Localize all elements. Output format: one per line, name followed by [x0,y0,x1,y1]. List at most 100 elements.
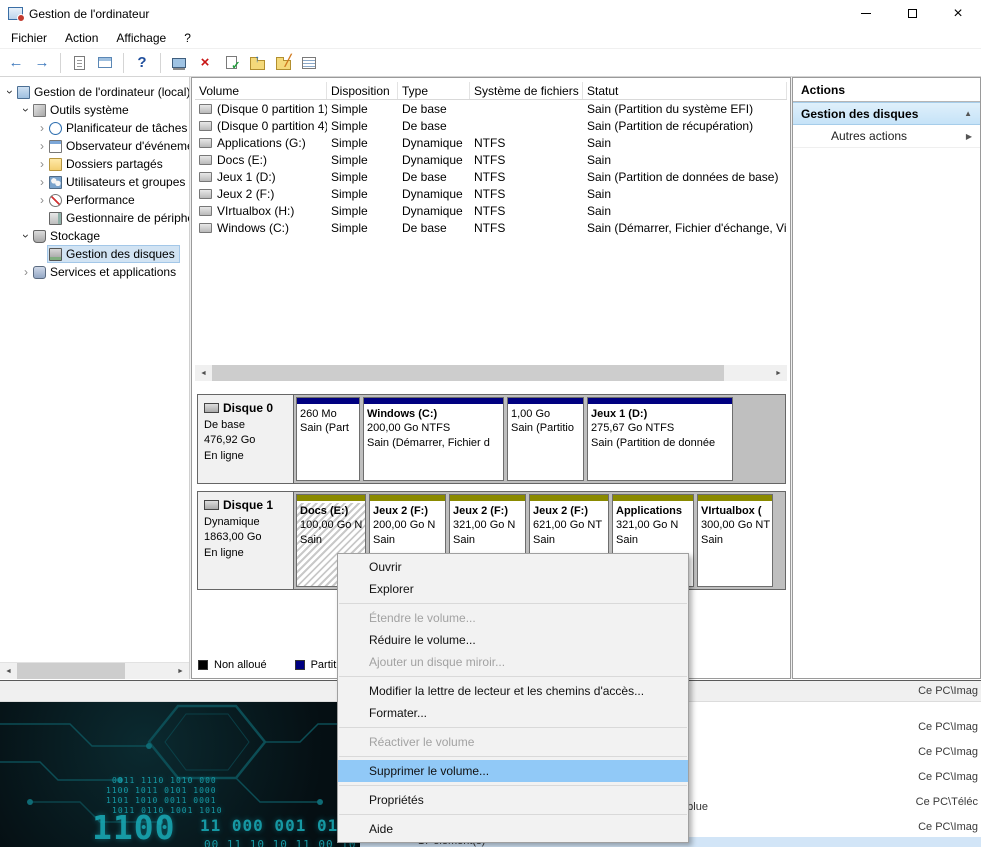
expand-icon[interactable]: › [20,266,32,278]
partition-color-bar [698,495,772,503]
partition-windows-c[interactable]: Windows (C:)200,00 Go NTFSSain (Démarrer… [363,397,504,481]
expand-icon[interactable]: › [36,176,48,188]
tree-item-local-users-groups[interactable]: ›Utilisateurs et groupes l [0,173,189,191]
volume-row-jeux-2-f[interactable]: Jeux 2 (F:)SimpleDynamiqueNTFSSain [195,185,787,202]
menubar-item-fichier[interactable]: Fichier [2,29,56,47]
tree-scrollbar-thumb[interactable] [17,663,125,679]
tree-item-disk-management[interactable]: Gestion des disques [0,245,189,263]
volume-row-virtualbox-h[interactable]: VIrtualbox (H:)SimpleDynamiqueNTFSSain [195,202,787,219]
tree-horizontal-scrollbar[interactable]: ◄ ► [0,662,189,679]
chevron-right-icon[interactable]: ▶ [966,132,972,141]
screen: { "window": { "title": "Gestion de l'ord… [0,0,981,847]
maximize-button[interactable] [889,0,935,27]
scroll-left-arrow-icon[interactable]: ◄ [0,663,17,679]
edit-folder-button[interactable] [271,51,295,75]
table-scrollbar-track[interactable] [724,365,770,381]
action-item-autres-actions[interactable]: Autres actions▶ [793,125,980,148]
volume-row-docs-e[interactable]: Docs (E:)SimpleDynamiqueNTFSSain [195,151,787,168]
cell-disposition: Simple [327,204,398,218]
tree-item-device-manager[interactable]: Gestionnaire de périphé [0,209,189,227]
context-menu-item-reduire-le-volume[interactable]: Réduire le volume... [338,629,688,651]
context-menu-item-aide[interactable]: Aide [338,818,688,840]
screen-button[interactable] [167,51,191,75]
minimize-button[interactable] [843,0,889,27]
show-window-button[interactable] [93,51,117,75]
disk-header[interactable]: Disque 1Dynamique1863,00 GoEn ligne [198,492,294,589]
column-header-systeme-de-fichiers[interactable]: Système de fichiers [470,82,583,99]
scroll-left-arrow-icon[interactable]: ◄ [195,365,212,381]
context-menu-item-formater[interactable]: Formater... [338,702,688,724]
tree-item-shared-folders[interactable]: ›Dossiers partagés [0,155,189,173]
partition-title: Jeux 2 (F:) [453,504,522,518]
expand-icon[interactable]: › [36,140,48,152]
partition-jeux-1-d[interactable]: Jeux 1 (D:)275,67 Go NTFSSain (Partition… [587,397,733,481]
tree-item-label: Gestion de l'ordinateur (local) [34,85,190,99]
tree-scrollbar-track[interactable] [125,663,172,679]
context-menu-item-etendre-le-volume[interactable]: Étendre le volume... [338,607,688,629]
check-doc-button[interactable] [219,51,243,75]
context-menu-item-modifier-la-lettre-de-lecteur-et-les-chemins-d-acces[interactable]: Modifier la lettre de lecteur et les che… [338,680,688,702]
partition-size: 100,00 Go N [300,518,362,532]
menubar-item-help[interactable]: ? [175,29,200,47]
volume-row-disque-0-partition-1[interactable]: (Disque 0 partition 1)SimpleDe baseSain … [195,100,787,117]
cell-fs: NTFS [470,136,583,150]
volume-row-disque-0-partition-4[interactable]: (Disque 0 partition 4)SimpleDe baseSain … [195,117,787,134]
help-button[interactable]: ? [130,51,154,75]
menubar-item-affichage[interactable]: Affichage [107,29,175,47]
context-menu-item-reactiver-le-volume[interactable]: Réactiver le volume [338,731,688,753]
up-folder-button[interactable] [245,51,269,75]
check-doc-icon [226,56,237,69]
tree-item-computer-management-local[interactable]: › Gestion de l'ordinateur (local) [0,83,189,101]
disk-header[interactable]: Disque 0De base476,92 GoEn ligne [198,395,294,483]
tree-item-event-viewer[interactable]: ›Observateur d'événeme [0,137,189,155]
forward-button[interactable]: → [30,51,54,75]
context-menu-item-ouvrir[interactable]: Ouvrir [338,556,688,578]
expand-icon[interactable]: › [36,122,48,134]
scroll-right-arrow-icon[interactable]: ► [770,365,787,381]
table-scrollbar-thumb[interactable] [212,365,724,381]
column-header-type[interactable]: Type [398,82,470,99]
action-item-gestion-des-disques[interactable]: Gestion des disques▲ [793,102,980,125]
menubar-item-action[interactable]: Action [56,29,107,47]
tree-item-performance[interactable]: ›Performance [0,191,189,209]
volume-row-jeux-1-d[interactable]: Jeux 1 (D:)SimpleDe baseNTFSSain (Partit… [195,168,787,185]
partition-status: Sain (Partitio [511,421,580,435]
column-header-statut[interactable]: Statut [583,82,787,99]
scroll-right-arrow-icon[interactable]: ► [172,663,189,679]
context-menu-item-supprimer-le-volume[interactable]: Supprimer le volume... [338,760,688,782]
context-menu-item-explorer[interactable]: Explorer [338,578,688,600]
disk-size: 1863,00 Go [204,530,287,545]
context-menu-item-ajouter-un-disque-miroir[interactable]: Ajouter un disque miroir... [338,651,688,673]
chevron-up-icon[interactable]: ▲ [964,109,972,118]
expand-icon[interactable]: › [36,158,48,170]
background-row-location: Ce PC\Imag [918,685,978,697]
wallpaper-binary-text: 1100 1011 0101 1000 [106,786,217,795]
collapse-icon[interactable]: › [20,230,32,242]
partition-260-mo[interactable]: 260 MoSain (Part [296,397,360,481]
back-button[interactable]: ← [4,51,28,75]
volume-name: (Disque 0 partition 1) [217,102,327,116]
partition-virtualbox[interactable]: VIrtualbox (300,00 Go NTSain [697,494,773,587]
volume-row-applications-g[interactable]: Applications (G:)SimpleDynamiqueNTFSSain [195,134,787,151]
list-view-button[interactable] [297,51,321,75]
collapse-icon[interactable]: › [4,86,16,98]
volume-table-scrollbar[interactable]: ◄ ► [195,365,787,381]
tree-item-system-tools[interactable]: ›Outils système [0,101,189,119]
tree-item-storage[interactable]: ›Stockage [0,227,189,245]
partition-1-00-go[interactable]: 1,00 GoSain (Partitio [507,397,584,481]
partition-size: 1,00 Go [511,407,580,421]
collapse-icon[interactable]: › [20,104,32,116]
partition-status: Sain [300,533,362,547]
expand-icon[interactable]: › [36,194,48,206]
tree-item-services-applications[interactable]: ›Services et applications [0,263,189,281]
context-menu-item-proprietes[interactable]: Propriétés [338,789,688,811]
volume-row-windows-c[interactable]: Windows (C:)SimpleDe baseNTFSSain (Démar… [195,219,787,236]
delete-volume-button[interactable]: × [193,51,217,75]
export-list-button[interactable] [67,51,91,75]
column-header-volume[interactable]: Volume [195,82,327,99]
partition-info: VIrtualbox (300,00 Go NTSain [698,503,772,586]
column-header-disposition[interactable]: Disposition [327,82,398,99]
tree-item-task-scheduler[interactable]: ›Planificateur de tâches [0,119,189,137]
partition-info: 1,00 GoSain (Partitio [508,406,583,480]
close-button[interactable]: × [935,0,981,27]
